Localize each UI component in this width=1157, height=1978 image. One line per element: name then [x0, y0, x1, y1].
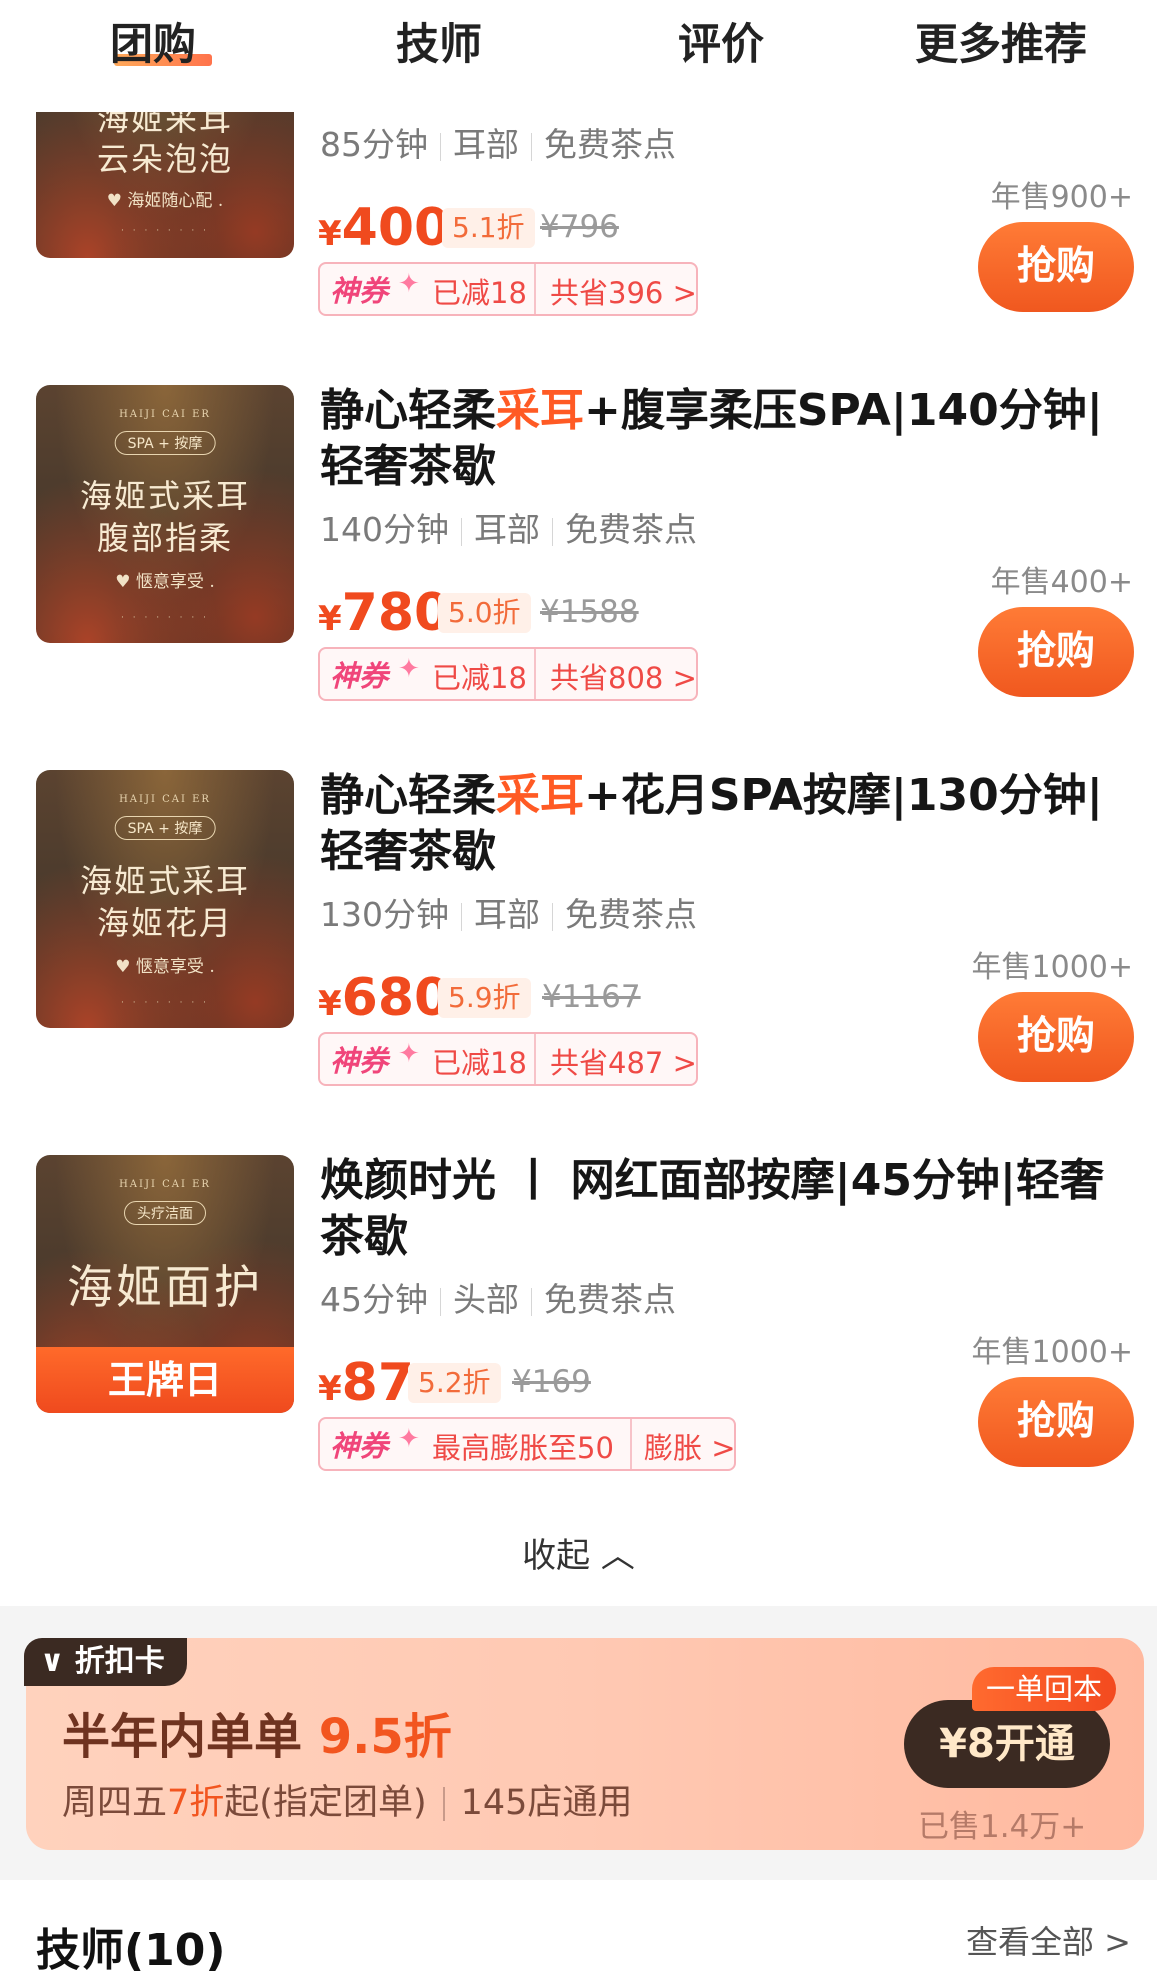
annual-sales: 年售900+	[990, 180, 1133, 215]
discount-card-title: 半年内单单 9.5折	[62, 1709, 452, 1765]
original-price: ¥1588	[540, 594, 639, 630]
deal-price: ¥680	[318, 968, 451, 1028]
annual-sales: 年售400+	[990, 565, 1133, 600]
card-sold-count: 已售1.4万+	[918, 1809, 1087, 1845]
open-card-button[interactable]: ¥8开通	[904, 1700, 1110, 1788]
annual-sales: 年售1000+	[971, 950, 1133, 985]
deal-thumbnail[interactable]: HAIJI CAI ER SPA + 按摩 海姬式采耳 腹部指柔 ♥ 惬意享受 …	[36, 385, 294, 643]
discount-card-tag: ∨ 折扣卡	[24, 1638, 187, 1686]
deal-meta: 140分钟 耳部 免费茶点	[320, 510, 697, 549]
coupon-bar[interactable]: 神券 ✦ 最高膨胀至50 膨胀 >	[318, 1417, 736, 1471]
deal-thumbnail[interactable]: HAIJI CAI ER 头疗洁面 海姬面护 王牌日	[36, 1155, 294, 1413]
discount-badge: 5.1折	[442, 208, 535, 248]
discount-badge: 5.0折	[438, 593, 531, 633]
deal-item[interactable]: HAIJI CAI ER SPA + 按摩 海姬式采耳 腹部指柔 ♥ 惬意享受 …	[0, 385, 1157, 765]
sparkle-icon: ✦	[398, 1424, 420, 1454]
buy-button[interactable]: 抢购	[978, 1377, 1134, 1467]
deal-item[interactable]: HAIJI CAI ER SPA + 按摩 海姬式采耳 海姬花月 ♥ 惬意享受 …	[0, 770, 1157, 1150]
ace-day-ribbon: 王牌日	[36, 1347, 294, 1413]
original-price: ¥796	[540, 209, 619, 245]
deal-price: ¥87	[318, 1353, 415, 1413]
buy-button[interactable]: 抢购	[978, 992, 1134, 1082]
view-all-link[interactable]: 查看全部 >	[966, 1917, 1131, 1963]
discount-badge: 5.2折	[408, 1363, 501, 1403]
deal-item[interactable]: HAIJI CAI ER 头疗洁面 海姬面护 王牌日 焕颜时光 丨 网红面部按摩…	[0, 1155, 1157, 1535]
buy-button[interactable]: 抢购	[978, 222, 1134, 312]
deal-thumbnail[interactable]: HAIJI CAI ER SPA + 按摩 海姬式采耳 海姬花月 ♥ 惬意享受 …	[36, 770, 294, 1028]
sparkle-icon: ✦	[398, 1039, 420, 1069]
deal-meta: 130分钟 耳部 免费茶点	[320, 895, 697, 934]
original-price: ¥1167	[542, 979, 641, 1015]
payback-badge: 一单回本	[972, 1667, 1117, 1711]
deal-meta: 45分钟 头部 免费茶点	[320, 1280, 676, 1319]
annual-sales: 年售1000+	[971, 1335, 1133, 1370]
original-price: ¥169	[512, 1364, 591, 1400]
tab-reviews[interactable]: 评价	[678, 10, 764, 72]
tab-group-buy[interactable]: 团购	[110, 10, 196, 72]
buy-button[interactable]: 抢购	[978, 607, 1134, 697]
deal-price: ¥780	[318, 583, 451, 643]
deal-meta: 85分钟 耳部 免费茶点	[320, 125, 676, 164]
collapse-button[interactable]: 收起 ︿	[0, 1528, 1157, 1577]
deal-title[interactable]: 焕颜时光 丨 网红面部按摩|45分钟|轻奢茶歇	[320, 1153, 1120, 1265]
sparkle-icon: ✦	[398, 654, 420, 684]
technicians-section-title: 技师(10)	[36, 1925, 226, 1976]
discount-badge: 5.9折	[438, 978, 531, 1018]
discount-card-subtitle: 周四五7折起(指定团单) 145店通用	[62, 1783, 633, 1823]
tab-bar: 团购 技师 评价 更多推荐	[0, 0, 1157, 92]
coupon-bar[interactable]: 神券 ✦ 已减18 共省487 >	[318, 1032, 698, 1086]
tab-more-recommend[interactable]: 更多推荐	[915, 10, 1087, 72]
sparkle-icon: ✦	[398, 269, 420, 299]
tab-technicians[interactable]: 技师	[396, 10, 482, 72]
deal-title[interactable]: 静心轻柔采耳+腹享柔压SPA|140分钟|轻奢茶歇	[320, 383, 1120, 495]
coupon-bar[interactable]: 神券 ✦ 已减18 共省808 >	[318, 647, 698, 701]
coupon-bar[interactable]: 神券 ✦ 已减18 共省396 >	[318, 262, 698, 316]
deal-title[interactable]: 静心轻柔采耳+花月SPA按摩|130分钟|轻奢茶歇	[320, 768, 1120, 880]
deal-price: ¥400	[318, 198, 451, 258]
